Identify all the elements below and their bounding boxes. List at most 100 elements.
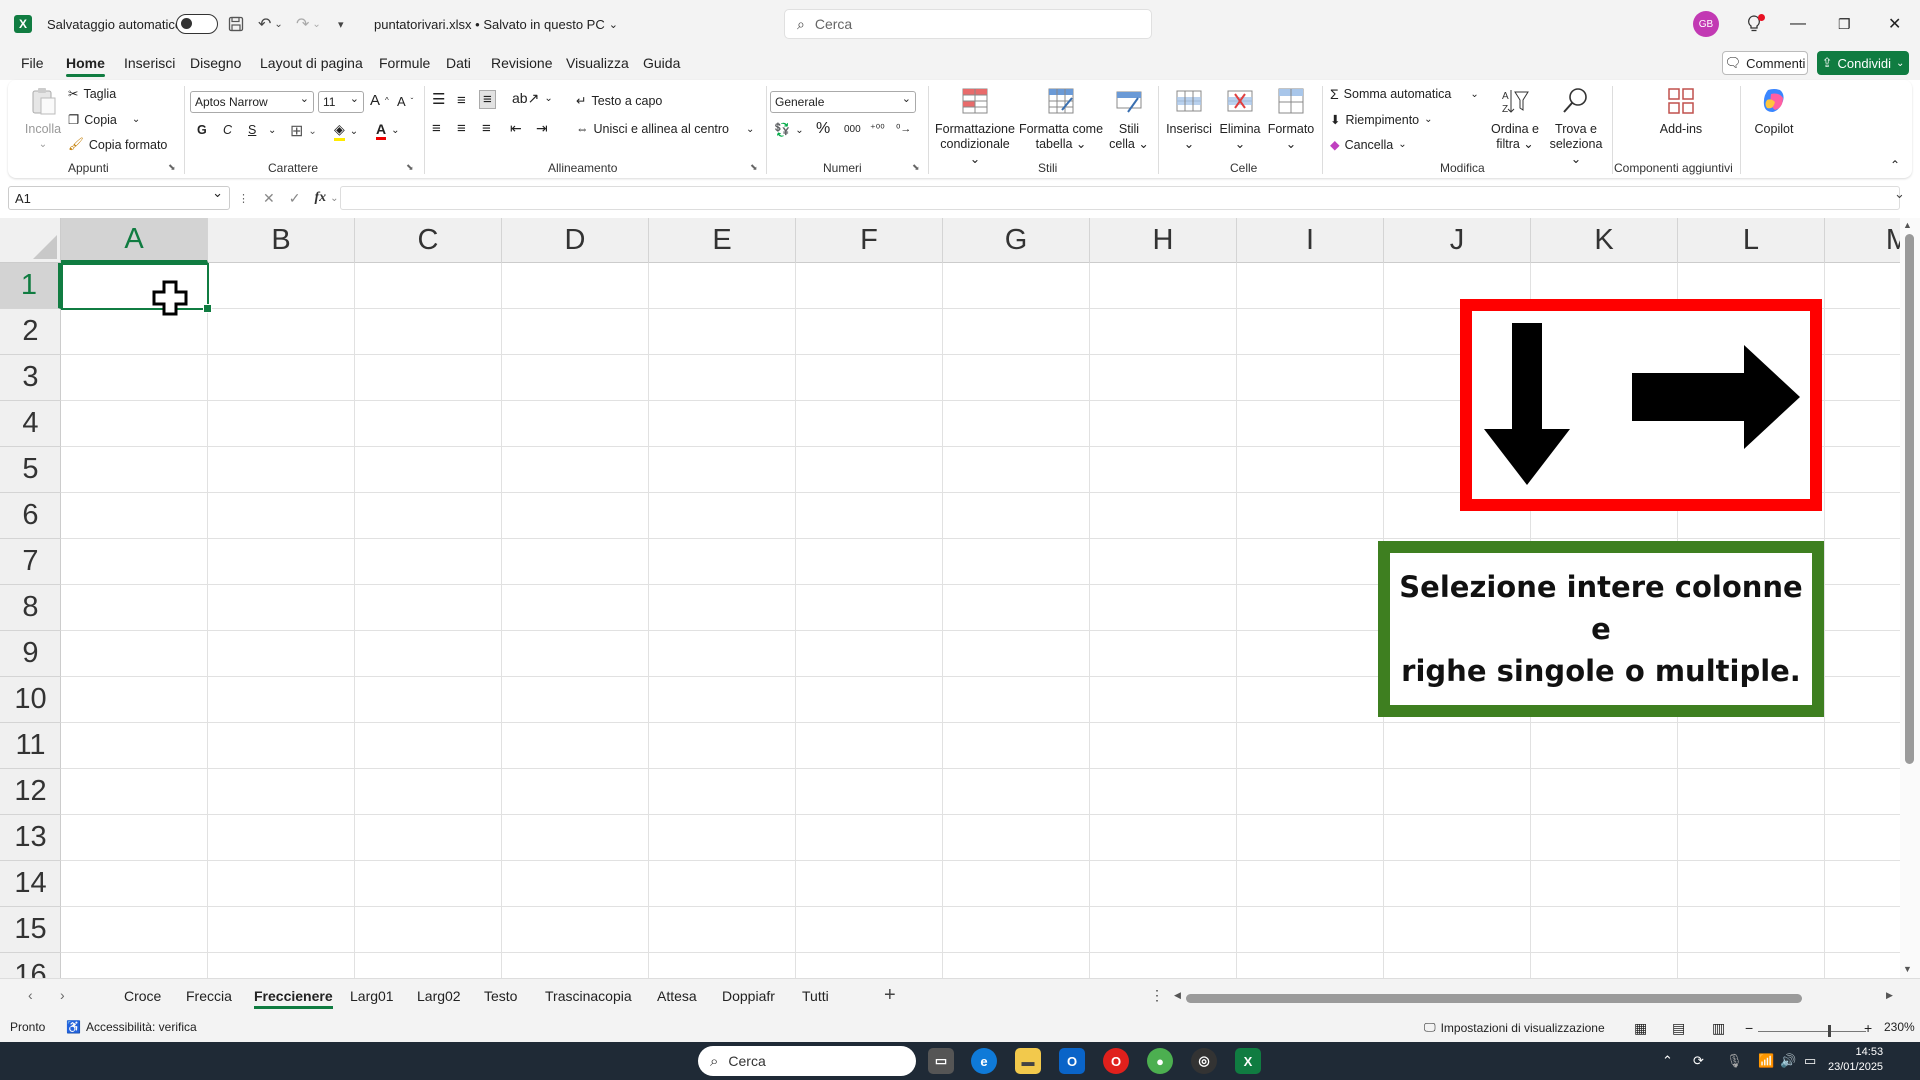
shrink-font-icon[interactable]: Aˇ xyxy=(397,94,413,109)
zoom-level[interactable]: 230% xyxy=(1884,1020,1915,1034)
page-layout-view-icon[interactable]: ▤ xyxy=(1672,1020,1685,1037)
search-input[interactable]: ⌕ Cerca xyxy=(784,9,1152,39)
clipboard-launcher-icon[interactable]: ⬊ xyxy=(168,162,176,173)
name-box[interactable]: A1 xyxy=(8,185,230,210)
collapse-ribbon-icon[interactable]: ⌃ xyxy=(1890,158,1900,172)
microphone-icon[interactable]: 🎙 xyxy=(1726,1053,1743,1069)
format-painter-button[interactable]: 🖌 Copia formato xyxy=(68,137,167,152)
sheet-tab-larg02[interactable]: Larg02 xyxy=(417,988,461,1004)
conditional-formatting-button[interactable]: Formattazione condizionale ⌄ xyxy=(934,86,1016,167)
taskbar-search[interactable]: ⌕ Cerca xyxy=(698,1046,916,1076)
tab-review[interactable]: Revisione xyxy=(491,55,552,71)
row-header-10[interactable]: 10 xyxy=(0,677,61,723)
normal-view-icon[interactable]: ▦ xyxy=(1634,1020,1647,1037)
increase-indent-icon[interactable]: ⇥ xyxy=(536,120,548,137)
battery-icon[interactable]: ▭ xyxy=(1804,1053,1816,1069)
chrome-icon[interactable]: ● xyxy=(1147,1048,1173,1074)
row-header-1[interactable]: 1 xyxy=(0,263,61,309)
column-header-h[interactable]: H xyxy=(1090,218,1237,263)
clear-button[interactable]: ◆ Cancella ⌄ xyxy=(1330,137,1407,153)
row-header-14[interactable]: 14 xyxy=(0,861,61,907)
merge-center-button[interactable]: ⇔ Unisci e allinea al centro ⌄ xyxy=(576,122,754,136)
document-title[interactable]: puntatorivari.xlsx • Salvato in questo P… xyxy=(374,0,618,48)
tray-expand-icon[interactable]: ⌃ xyxy=(1662,1053,1673,1069)
expand-formula-bar-icon[interactable]: ⌄ xyxy=(1894,186,1905,202)
row-header-11[interactable]: 11 xyxy=(0,723,61,769)
row-header-4[interactable]: 4 xyxy=(0,401,61,447)
avatar[interactable]: GB xyxy=(1693,0,1719,48)
align-bottom-icon[interactable]: ≡ xyxy=(479,90,496,109)
tab-page-layout[interactable]: Layout di pagina xyxy=(260,55,363,71)
row-header-13[interactable]: 13 xyxy=(0,815,61,861)
autosave-toggle[interactable] xyxy=(176,0,218,48)
addins-button[interactable]: Add-ins xyxy=(1646,86,1716,137)
row-header-2[interactable]: 2 xyxy=(0,309,61,355)
align-right-icon[interactable]: ≡ xyxy=(482,120,491,137)
tab-formulas[interactable]: Formule xyxy=(379,55,430,71)
decrease-decimal-icon[interactable]: ⁰→ xyxy=(896,122,911,135)
scroll-left-icon[interactable]: ◀ xyxy=(1174,990,1181,1001)
row-header-5[interactable]: 5 xyxy=(0,447,61,493)
column-header-k[interactable]: K xyxy=(1531,218,1678,263)
outlook-icon[interactable]: O xyxy=(1059,1048,1085,1074)
cut-button[interactable]: ✂ Taglia xyxy=(68,86,116,102)
redo-icon[interactable]: ↷ ⌄ xyxy=(296,0,321,48)
borders-icon[interactable]: ⊞ ⌄ xyxy=(290,121,317,141)
format-as-table-button[interactable]: Formatta come tabella ⌄ xyxy=(1018,86,1104,152)
row-header-6[interactable]: 6 xyxy=(0,493,61,539)
tab-draw[interactable]: Disegno xyxy=(190,55,241,71)
prev-sheet-icon[interactable]: ‹ xyxy=(28,987,33,1003)
display-settings-button[interactable]: 🖵 Impostazioni di visualizzazione xyxy=(1424,1020,1605,1035)
next-sheet-icon[interactable]: › xyxy=(60,987,65,1003)
grow-font-icon[interactable]: A ^ xyxy=(370,92,389,109)
arrows-shape-box[interactable] xyxy=(1460,299,1822,511)
increase-decimal-icon[interactable]: ⁺⁰⁰ xyxy=(870,122,885,135)
wifi-icon[interactable]: 📶 xyxy=(1758,1053,1774,1069)
undo-icon[interactable]: ↶ ⌄ xyxy=(258,0,283,48)
tab-file[interactable]: File xyxy=(21,55,44,71)
cell-styles-button[interactable]: Stili cella ⌄ xyxy=(1106,86,1152,152)
accessibility-button[interactable]: ♿ Accessibilità: verifica xyxy=(66,1020,197,1034)
scroll-up-icon[interactable]: ▲ xyxy=(1903,220,1912,230)
horizontal-scroll-thumb[interactable] xyxy=(1186,994,1802,1003)
cancel-icon[interactable]: ✕ xyxy=(263,190,275,207)
column-header-f[interactable]: F xyxy=(796,218,943,263)
fill-button[interactable]: ⬇ Riempimento ⌄ xyxy=(1330,112,1433,128)
number-launcher-icon[interactable]: ⬊ xyxy=(912,162,920,173)
delete-cells-button[interactable]: Elimina ⌄ xyxy=(1216,86,1264,152)
currency-icon[interactable]: 💱 ⌄ xyxy=(774,122,804,138)
insert-function-icon[interactable]: fx xyxy=(314,190,326,206)
formula-input[interactable] xyxy=(340,186,1900,210)
description-text-box[interactable]: Selezione intere colonne e righe singole… xyxy=(1378,541,1824,717)
align-left-icon[interactable]: ≡ xyxy=(432,120,441,137)
more-options-icon[interactable]: ⋮ xyxy=(1150,987,1164,1004)
insert-cells-button[interactable]: Inserisci ⌄ xyxy=(1164,86,1214,152)
clock[interactable]: 14:53 23/01/2025 xyxy=(1828,1045,1883,1075)
windows-start-icon[interactable] xyxy=(660,1050,684,1074)
underline-dropdown-icon[interactable]: ⌄ xyxy=(268,125,276,136)
align-center-icon[interactable]: ≡ xyxy=(457,120,466,137)
tab-view[interactable]: Visualizza xyxy=(566,55,629,71)
sheet-tab-testo[interactable]: Testo xyxy=(484,988,517,1004)
column-header-j[interactable]: J xyxy=(1384,218,1531,263)
save-icon[interactable] xyxy=(228,0,244,48)
find-select-button[interactable]: Trova e seleziona ⌄ xyxy=(1546,86,1606,167)
tab-home[interactable]: Home xyxy=(66,55,105,77)
sheet-tab-croce[interactable]: Croce xyxy=(124,988,161,1004)
minimize-icon[interactable]: — xyxy=(1790,0,1806,48)
row-header-16[interactable]: 16 xyxy=(0,953,61,978)
file-explorer-icon[interactable]: ▬ xyxy=(1015,1048,1041,1074)
sort-filter-button[interactable]: AZ Ordina e filtra ⌄ xyxy=(1488,86,1542,152)
sheet-tab-attesa[interactable]: Attesa xyxy=(657,988,697,1004)
format-cells-button[interactable]: Formato ⌄ xyxy=(1266,86,1316,152)
comments-button[interactable]: 🗨 Commenti xyxy=(1722,51,1808,75)
page-break-view-icon[interactable]: ▥ xyxy=(1712,1020,1725,1037)
enter-icon[interactable]: ✓ xyxy=(289,190,301,207)
orientation-icon[interactable]: ab↗ ⌄ xyxy=(512,90,553,107)
wrap-text-button[interactable]: ↵ Testo a capo xyxy=(576,93,662,109)
copy-button[interactable]: ❐ Copia ⌄ xyxy=(68,112,140,128)
column-header-d[interactable]: D xyxy=(502,218,649,263)
sheet-tab-larg01[interactable]: Larg01 xyxy=(350,988,394,1004)
row-header-9[interactable]: 9 xyxy=(0,631,61,677)
restore-icon[interactable]: ❐ xyxy=(1838,0,1851,48)
